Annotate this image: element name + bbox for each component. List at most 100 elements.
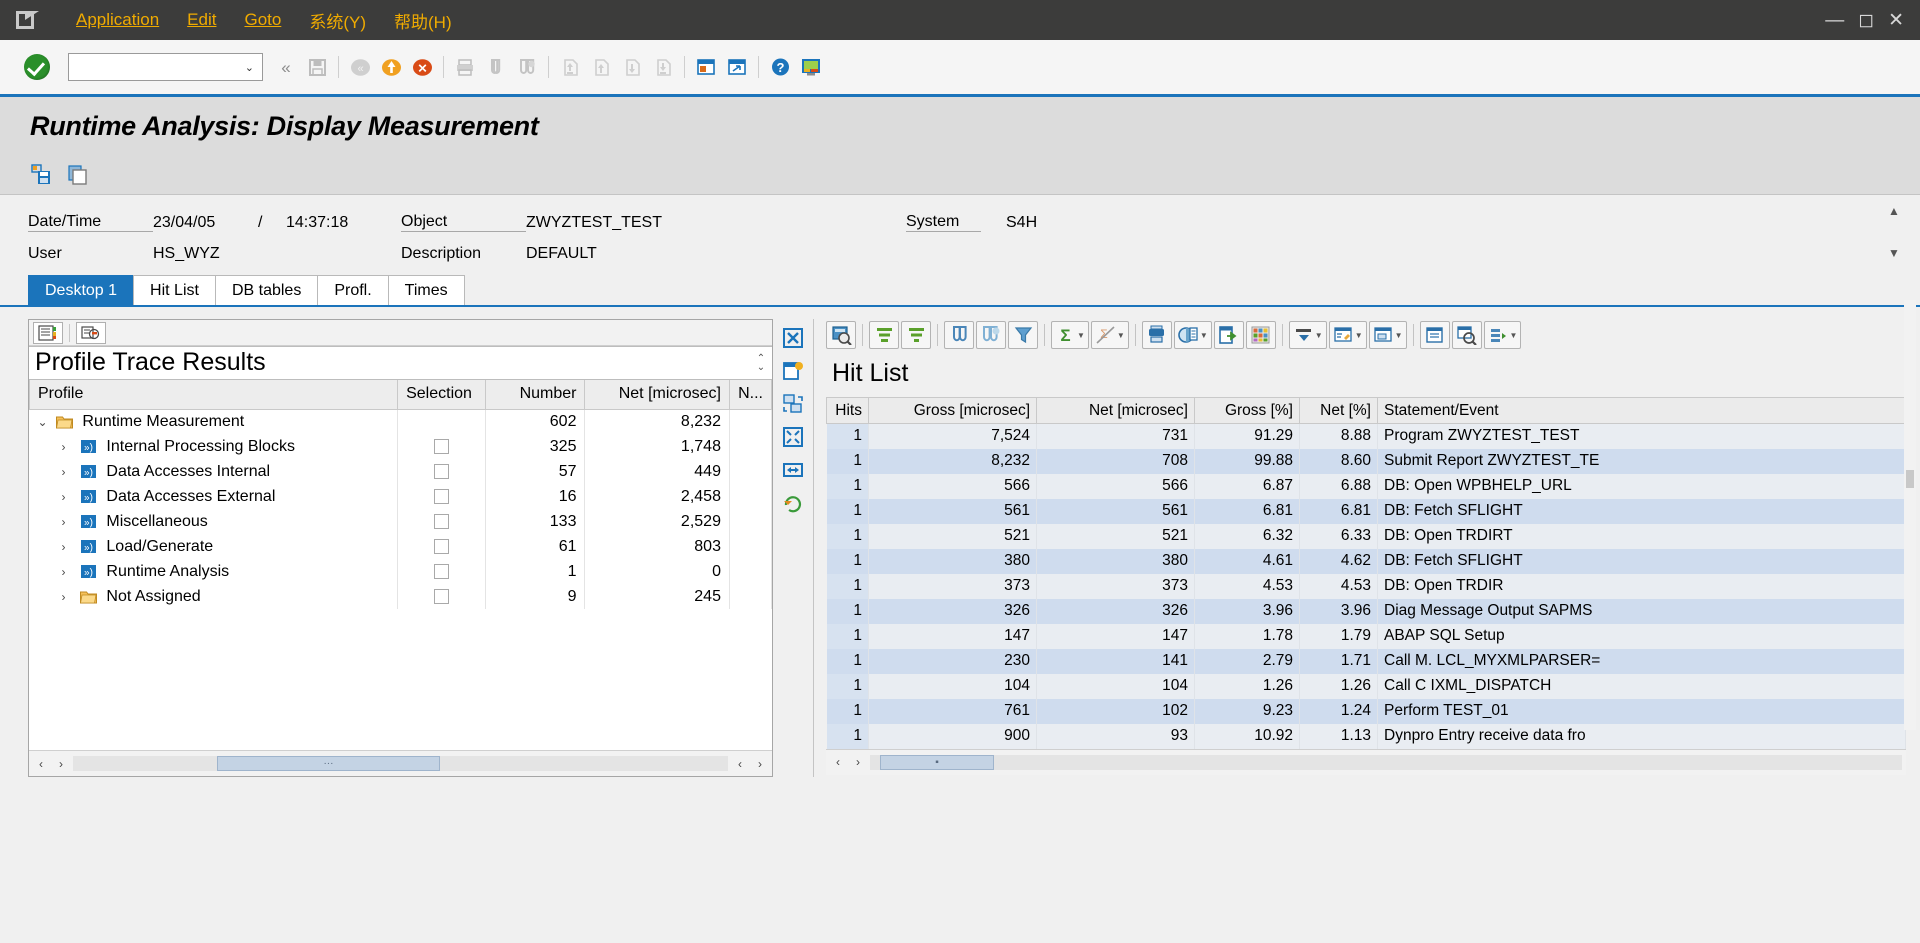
last-page-icon[interactable] (648, 52, 678, 82)
find-icon[interactable] (944, 321, 974, 349)
scroll-thumb[interactable]: ▪ (880, 754, 994, 770)
filter-icon[interactable] (1008, 321, 1038, 349)
tree-horizontal-scrollbar[interactable]: ‹ › ··· ‹ › (29, 750, 772, 776)
help-icon[interactable]: ? (765, 52, 795, 82)
tree-title-stepper[interactable]: ⌃ ⌄ (754, 349, 768, 377)
next-page-icon[interactable] (617, 52, 647, 82)
page-vertical-scrollbar[interactable] (1904, 300, 1916, 730)
view-icon[interactable]: ▼ (1173, 321, 1212, 349)
find-icon[interactable] (481, 52, 511, 82)
scroll-right-icon-2[interactable]: › (752, 755, 768, 773)
tab-hit-list[interactable]: Hit List (133, 275, 216, 305)
fullscreen-icon[interactable] (779, 424, 807, 450)
cancel-icon[interactable]: ✕ (407, 52, 437, 82)
table-row[interactable]: › ») Load/Generate 61 803 (29, 534, 772, 559)
find-next-icon[interactable] (512, 52, 542, 82)
scroll-left-icon[interactable]: ‹ (33, 755, 49, 773)
minimize-icon[interactable]: — (1825, 11, 1844, 30)
scroll-track[interactable]: ··· (73, 756, 728, 771)
tree-node-cell[interactable]: › ») Internal Processing Blocks (29, 434, 399, 459)
chevron-down-icon[interactable]: ⌄ (38, 415, 52, 429)
refresh-icon[interactable] (779, 490, 807, 516)
table-row[interactable]: 1 147 147 1.78 1.79 ABAP SQL Setup (826, 623, 1906, 649)
table-row[interactable]: › ») Runtime Analysis 1 0 (29, 559, 772, 584)
menu-item-application[interactable]: Application (62, 6, 173, 34)
col-hits[interactable]: Hits (826, 397, 869, 424)
menu-item-system[interactable]: 系统(Y) (295, 4, 380, 37)
tree-node-cell[interactable]: › ») Data Accesses External (29, 484, 399, 509)
table-row[interactable]: › Not Assigned 9 245 (29, 584, 772, 609)
layout-select-icon[interactable]: ▼ (1288, 321, 1327, 349)
table-row[interactable]: 1 8,232 708 99.88 8.60 Submit Report ZWY… (826, 448, 1906, 474)
command-field[interactable]: ⌄ (68, 53, 263, 81)
row-checkbox[interactable] (434, 538, 450, 554)
tree-selection-cell[interactable] (397, 459, 486, 484)
chevron-down-icon[interactable]: ▼ (1117, 331, 1125, 340)
more-options-icon[interactable]: ▼ (1483, 321, 1522, 349)
table-row[interactable]: 1 561 561 6.81 6.81 DB: Fetch SFLIGHT (826, 498, 1906, 524)
col-statement-event[interactable]: Statement/Event (1377, 397, 1906, 424)
chevron-down-icon[interactable]: ▼ (1510, 331, 1518, 340)
find-next-icon[interactable] (976, 321, 1006, 349)
info-scroll-controls[interactable]: ▲ ▼ (1884, 205, 1904, 259)
maximize-icon[interactable]: ◻ (1858, 11, 1874, 30)
tab-times[interactable]: Times (387, 275, 465, 305)
chevron-down-icon[interactable]: ▼ (1355, 331, 1363, 340)
table-row[interactable]: 1 380 380 4.61 4.62 DB: Fetch SFLIGHT (826, 548, 1906, 574)
table-row[interactable]: 1 7,524 731 91.29 8.88 Program ZWYZTEST_… (826, 423, 1906, 449)
chevron-right-icon[interactable]: › (62, 465, 76, 479)
col-gross-pct[interactable]: Gross [%] (1194, 397, 1300, 424)
subtotal-icon[interactable]: Σ ▼ (1090, 321, 1129, 349)
detail-magnifier-icon[interactable] (826, 321, 856, 349)
chevron-down-icon[interactable]: ▼ (1395, 331, 1403, 340)
menu-item-goto[interactable]: Goto (230, 6, 295, 34)
table-row[interactable]: 1 566 566 6.87 6.88 DB: Open WPBHELP_URL (826, 473, 1906, 499)
tree-selection-cell[interactable] (397, 509, 486, 534)
tree-node-cell[interactable]: › ») Runtime Analysis (29, 559, 399, 584)
table-row[interactable]: 1 900 93 10.92 1.13 Dynpro Entry receive… (826, 723, 1906, 749)
row-checkbox[interactable] (434, 438, 450, 454)
scroll-right-icon[interactable]: › (53, 755, 69, 773)
close-panel-icon[interactable] (779, 325, 807, 351)
chevron-down-icon[interactable]: ▼ (1200, 331, 1208, 340)
table-row[interactable]: ⌄ Runtime Measurement 602 8,232 (29, 409, 772, 434)
table-row[interactable]: 1 373 373 4.53 4.53 DB: Open TRDIR (826, 573, 1906, 599)
exit-icon[interactable] (376, 52, 406, 82)
previous-page-icon[interactable] (586, 52, 616, 82)
chevron-down-icon[interactable]: ▼ (1315, 331, 1323, 340)
menu-item-help[interactable]: 帮助(H) (380, 4, 466, 37)
tree-col-selection[interactable]: Selection (397, 380, 486, 410)
col-net-micro[interactable]: Net [microsec] (1036, 397, 1195, 424)
chevron-right-icon[interactable]: › (62, 490, 76, 504)
row-checkbox[interactable] (434, 588, 450, 604)
tree-selection-cell[interactable] (397, 434, 486, 459)
table-row[interactable]: 1 761 102 9.23 1.24 Perform TEST_01 (826, 698, 1906, 724)
chevron-right-icon[interactable]: › (62, 540, 76, 554)
table-row[interactable]: › ») Data Accesses External 16 2,458 (29, 484, 772, 509)
tab-profl[interactable]: Profl. (317, 275, 389, 305)
hit-list-horizontal-scrollbar[interactable]: ‹ › ▪ (826, 748, 1906, 775)
row-checkbox[interactable] (434, 463, 450, 479)
new-window-icon[interactable] (779, 358, 807, 384)
scroll-down-icon[interactable]: ▼ (1888, 247, 1900, 259)
info-icon[interactable] (1419, 321, 1450, 349)
col-gross-micro[interactable]: Gross [microsec] (868, 397, 1037, 424)
back-chevrons-icon[interactable]: « (271, 52, 301, 82)
tree-node-cell[interactable]: › Not Assigned (29, 584, 399, 609)
filter-settings-icon[interactable] (76, 321, 106, 344)
customize-local-layout-icon[interactable] (796, 52, 826, 82)
tree-selection-cell[interactable] (397, 584, 486, 609)
first-page-icon[interactable] (555, 52, 585, 82)
change-layout-icon[interactable]: ▼ (1328, 321, 1367, 349)
chevron-right-icon[interactable]: › (62, 440, 76, 454)
tree-node-cell[interactable]: ⌄ Runtime Measurement (29, 409, 399, 434)
table-row[interactable]: 1 521 521 6.32 6.33 DB: Open TRDIRT (826, 523, 1906, 549)
table-row[interactable]: 1 230 141 2.79 1.71 Call M. LCL_MYXMLPAR… (826, 648, 1906, 674)
command-input[interactable] (73, 56, 241, 78)
tree-col-profile[interactable]: Profile (29, 380, 399, 410)
tab-db-tables[interactable]: DB tables (214, 275, 319, 305)
chevron-down-icon[interactable]: ⌄ (241, 61, 258, 74)
resize-width-icon[interactable] (779, 457, 807, 483)
row-checkbox[interactable] (434, 488, 450, 504)
copy-icon[interactable] (64, 161, 92, 189)
